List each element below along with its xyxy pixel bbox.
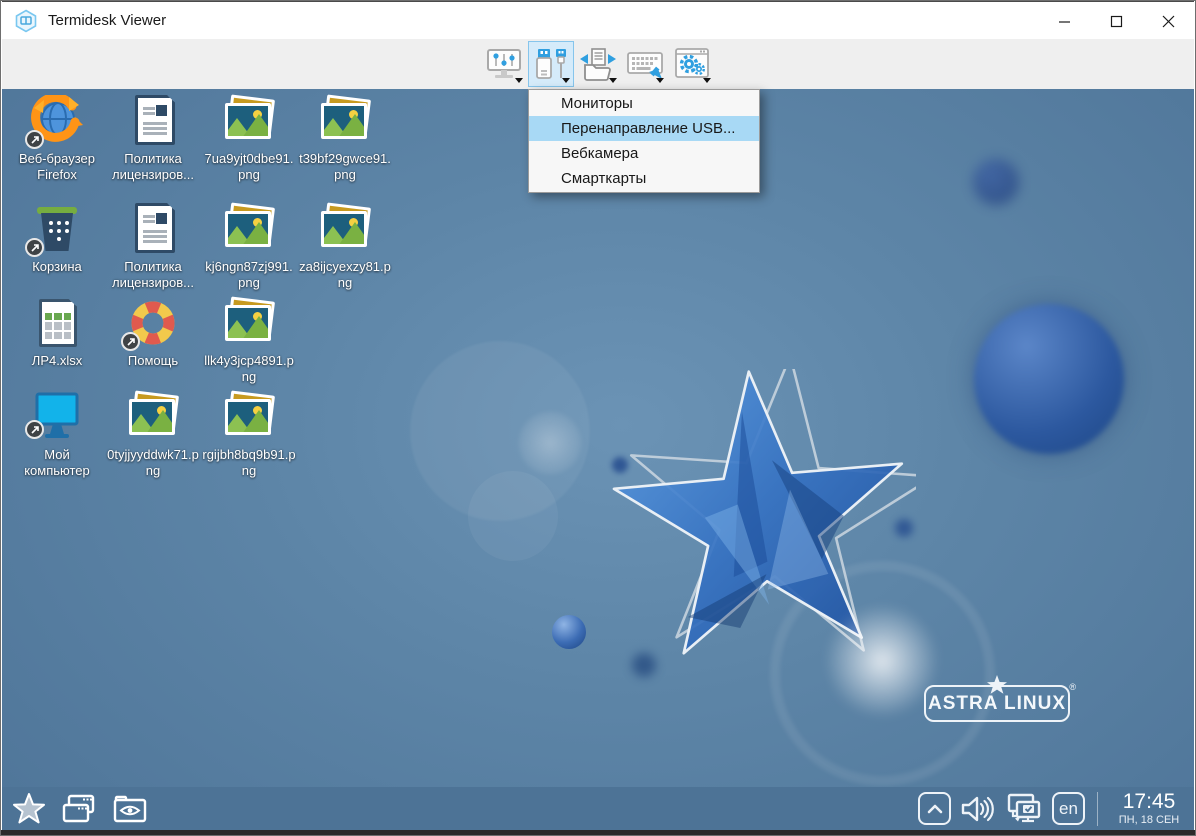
document-icon xyxy=(135,95,175,145)
desktop-icon-png-file[interactable]: za8ijcyexzy81.png xyxy=(298,203,392,291)
astra-brand-text: ASTRA LINUX xyxy=(928,693,1066,715)
desktop-icon-trash[interactable]: Корзина xyxy=(10,203,104,275)
desktop-icon-policy-doc[interactable]: Политика лицензиров... xyxy=(106,95,200,183)
sphere-blurred-top xyxy=(973,159,1019,205)
close-icon xyxy=(1162,15,1175,28)
usb-redirect-button[interactable] xyxy=(528,41,574,87)
maximize-icon xyxy=(1110,15,1123,28)
tray-divider xyxy=(1097,792,1098,826)
clock-date: ПН, 18 СЕН xyxy=(1110,814,1188,826)
viewer-toolbar xyxy=(2,39,1194,89)
icon-label: rgijbh8bq9b91.png xyxy=(202,447,296,479)
keyboard-layout-label: en xyxy=(1059,799,1078,819)
icon-label: t39bf29gwce91.png xyxy=(298,151,392,183)
shortcut-arrow-icon xyxy=(25,420,44,439)
sphere-large xyxy=(974,304,1124,454)
desktop-icon-firefox[interactable]: Веб-браузер Firefox xyxy=(10,95,104,183)
desktop-icon-png-file[interactable]: kj6ngn87zj991.png xyxy=(202,203,296,291)
dropdown-caret-icon xyxy=(656,78,664,83)
image-file-icon xyxy=(321,99,371,139)
menu-item-usb-redirect[interactable]: Перенаправление USB... xyxy=(529,116,759,141)
dropdown-caret-icon xyxy=(562,78,570,83)
desktop-icon-png-file[interactable]: llk4y3jcp4891.png xyxy=(202,297,296,385)
desktop-icon-xlsx[interactable]: ЛР4.xlsx xyxy=(10,297,104,369)
image-file-icon xyxy=(225,207,275,247)
image-file-icon xyxy=(225,395,275,435)
desktop-icon-png-file[interactable]: rgijbh8bq9b91.png xyxy=(202,391,296,479)
usb-redirect-menu: Мониторы Перенаправление USB... Вебкамер… xyxy=(528,89,760,193)
lens-flare xyxy=(518,411,582,475)
app-menu-star-icon[interactable] xyxy=(12,792,46,826)
titlebar: Termidesk Viewer xyxy=(2,1,1194,39)
window-list-icon[interactable] xyxy=(61,793,97,825)
icon-label: 0tyjjyyddwk71.png xyxy=(106,447,200,479)
icon-label: 7ua9yjt0dbe91.png xyxy=(202,151,296,183)
icon-label: Помощь xyxy=(106,353,200,369)
shortcut-arrow-icon xyxy=(121,332,140,351)
minimize-icon xyxy=(1058,15,1071,28)
window-title: Termidesk Viewer xyxy=(48,12,166,29)
remote-desktop: ASTRA LINUX ® Веб-браузер Firef xyxy=(2,89,1194,789)
document-icon xyxy=(135,203,175,253)
tray-expand-button[interactable] xyxy=(918,792,951,825)
image-file-icon xyxy=(129,395,179,435)
desktop-icon-my-computer[interactable]: Мой компьютер xyxy=(10,391,104,479)
menu-item-webcam[interactable]: Вебкамера xyxy=(529,141,759,166)
maximize-button[interactable] xyxy=(1090,2,1142,40)
desktop-icon-policy-doc[interactable]: Политика лицензиров... xyxy=(106,203,200,291)
icon-label: Корзина xyxy=(10,259,104,275)
icon-label: za8ijcyexzy81.png xyxy=(298,259,392,291)
registered-mark: ® xyxy=(1069,682,1076,692)
dropdown-caret-icon xyxy=(515,78,523,83)
window-bottom-edge xyxy=(1,830,1195,835)
desktop-icon-png-file[interactable]: 0tyjjyyddwk71.png xyxy=(106,391,200,479)
file-transfer-button[interactable] xyxy=(575,41,621,87)
clock-time: 17:45 xyxy=(1110,791,1188,812)
clock[interactable]: 17:45 ПН, 18 СЕН xyxy=(1110,791,1188,826)
termidesk-viewer-window: Termidesk Viewer xyxy=(0,0,1196,836)
keyboard-layout-indicator[interactable]: en xyxy=(1052,792,1085,825)
shortcut-arrow-icon xyxy=(25,130,44,149)
volume-icon[interactable] xyxy=(960,793,994,825)
astra-linux-logo: ASTRA LINUX ® xyxy=(922,675,1072,725)
icon-label: Мой компьютер xyxy=(10,447,104,479)
shortcut-arrow-icon xyxy=(25,238,44,257)
dropdown-caret-icon xyxy=(609,78,617,83)
icon-label: Политика лицензиров... xyxy=(106,259,200,291)
minimize-button[interactable] xyxy=(1038,2,1090,40)
icon-label: ЛР4.xlsx xyxy=(10,353,104,369)
icon-label: Политика лицензиров... xyxy=(106,151,200,183)
display-settings-button[interactable] xyxy=(481,41,527,87)
sphere-glossy xyxy=(552,615,586,649)
desktop-icon-png-file[interactable]: t39bf29gwce91.png xyxy=(298,95,392,183)
icon-label: Веб-браузер Firefox xyxy=(10,151,104,183)
image-file-icon xyxy=(225,301,275,341)
session-settings-button[interactable] xyxy=(669,41,715,87)
icon-label: kj6ngn87zj991.png xyxy=(202,259,296,291)
termidesk-logo-icon xyxy=(14,9,38,33)
image-file-icon xyxy=(321,207,371,247)
remote-taskbar: en 17:45 ПН, 18 СЕН xyxy=(2,787,1194,830)
chevron-up-icon xyxy=(927,803,943,815)
desktop-folder-icon[interactable] xyxy=(112,793,148,825)
image-file-icon xyxy=(225,99,275,139)
close-button[interactable] xyxy=(1142,2,1194,40)
lens-flare xyxy=(468,471,558,561)
desktop-icon-help[interactable]: Помощь xyxy=(106,297,200,369)
dropdown-caret-icon xyxy=(703,78,711,83)
menu-item-monitors[interactable]: Мониторы xyxy=(529,91,759,116)
desktop-icon-png-file[interactable]: 7ua9yjt0dbe91.png xyxy=(202,95,296,183)
menu-item-smartcards[interactable]: Смарткарты xyxy=(529,166,759,191)
display-network-icon[interactable] xyxy=(1003,792,1043,826)
keyboard-redirect-button[interactable] xyxy=(622,41,668,87)
icon-label: llk4y3jcp4891.png xyxy=(202,353,296,385)
